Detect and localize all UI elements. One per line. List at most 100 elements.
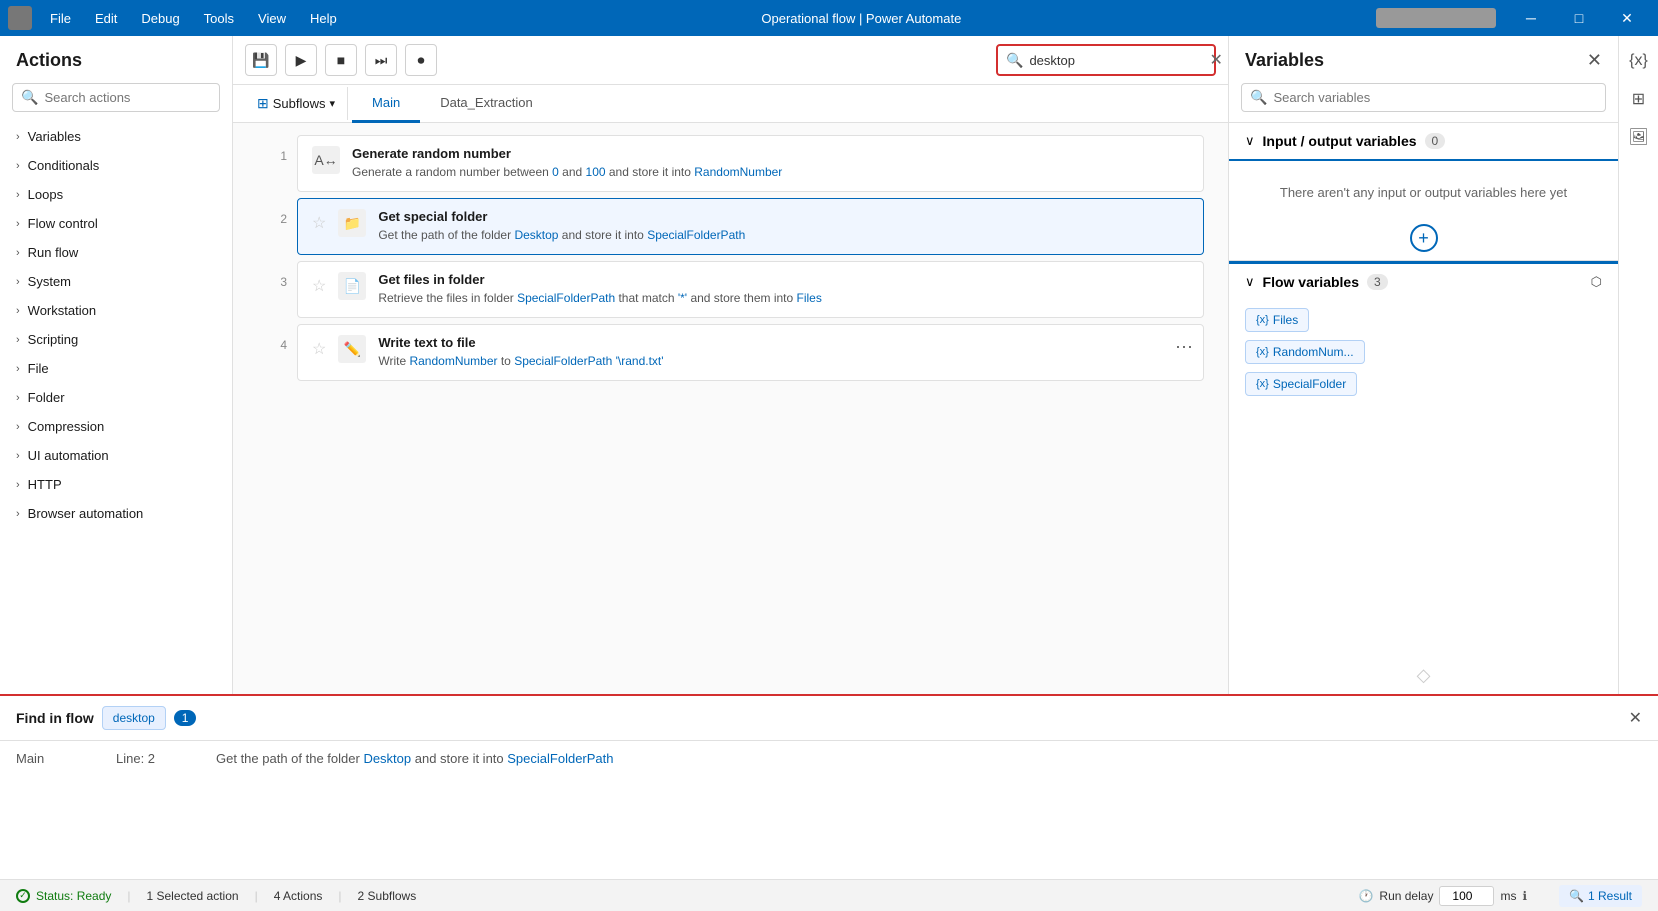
action-group-ui-automation[interactable]: ›UI automation: [0, 441, 232, 470]
diamond-icon: ◇: [1417, 665, 1431, 686]
actions-title: Actions: [0, 36, 232, 79]
menu-view[interactable]: View: [248, 7, 296, 30]
var-chip-files[interactable]: {x} Files: [1245, 308, 1309, 332]
find-result-row[interactable]: Main Line: 2 Get the path of the folder …: [0, 741, 1658, 776]
action-group-loops[interactable]: ›Loops: [0, 180, 232, 209]
io-variables-section: ∨ Input / output variables 0 There aren'…: [1229, 122, 1618, 260]
tab-data-extraction[interactable]: Data_Extraction: [420, 85, 553, 123]
step-card-2[interactable]: ☆ 📁 Get special folder Get the path of t…: [297, 198, 1204, 255]
step-star-4[interactable]: ☆: [312, 335, 326, 359]
step-title-1: Generate random number: [352, 146, 1189, 161]
step-row-3: 3 ☆ 📄 Get files in folder Retrieve the f…: [257, 261, 1204, 318]
io-empty-text: There aren't any input or output variabl…: [1245, 169, 1602, 216]
right-sidebar: {x} ⊞ 🖼: [1618, 36, 1658, 694]
subflows-button[interactable]: ⊞ Subflows ▾: [245, 87, 348, 120]
find-result-line: Line: 2: [116, 751, 176, 766]
menu-edit[interactable]: Edit: [85, 7, 127, 30]
actions-list: ›Variables ›Conditionals ›Loops ›Flow co…: [0, 122, 232, 694]
find-result-link[interactable]: Desktop: [363, 751, 411, 766]
action-group-workstation[interactable]: ›Workstation: [0, 296, 232, 325]
step-star-3[interactable]: ☆: [312, 272, 326, 296]
step-card-1[interactable]: A↔ Generate random number Generate a ran…: [297, 135, 1204, 192]
action-group-system[interactable]: ›System: [0, 267, 232, 296]
step-desc-3: Retrieve the files in folder SpecialFold…: [378, 289, 1189, 307]
titlebar: File Edit Debug Tools View Help Operatio…: [0, 0, 1658, 36]
flow-steps: 1 A↔ Generate random number Generate a r…: [233, 123, 1228, 694]
step-icon-1: A↔: [312, 146, 340, 174]
step-more-button-4[interactable]: ⋯: [1175, 337, 1193, 358]
action-group-compression[interactable]: ›Compression: [0, 412, 232, 441]
step-icon-2: 📁: [338, 209, 366, 237]
step-content-4: Write text to file Write RandomNumber to…: [378, 335, 1189, 370]
window-controls: ─ □ ✕: [1508, 0, 1650, 36]
run-delay-input[interactable]: [1439, 886, 1494, 906]
action-group-run-flow[interactable]: ›Run flow: [0, 238, 232, 267]
clock-icon: 🕐: [1358, 889, 1373, 903]
tab-main[interactable]: Main: [352, 85, 420, 123]
action-group-scripting[interactable]: ›Scripting: [0, 325, 232, 354]
menu-file[interactable]: File: [40, 7, 81, 30]
layers-icon[interactable]: ⊞: [1622, 82, 1656, 116]
close-button[interactable]: ✕: [1604, 0, 1650, 36]
search-flow-icon: 🔍: [1006, 52, 1023, 69]
step-number-1: 1: [257, 135, 287, 163]
selected-actions-count: 1 Selected action: [147, 889, 239, 903]
action-group-http[interactable]: ›HTTP: [0, 470, 232, 499]
subflows-icon: ⊞: [257, 95, 269, 112]
step-card-4[interactable]: ☆ ✏️ Write text to file Write RandomNumb…: [297, 324, 1204, 381]
run-button[interactable]: ▶: [285, 44, 317, 76]
step-desc-2: Get the path of the folder Desktop and s…: [378, 226, 1189, 244]
io-section-header[interactable]: ∨ Input / output variables 0: [1229, 123, 1618, 159]
stop-button[interactable]: ■: [325, 44, 357, 76]
menu-debug[interactable]: Debug: [131, 7, 189, 30]
menu-tools[interactable]: Tools: [194, 7, 244, 30]
variables-search-icon: 🔍: [1250, 89, 1267, 106]
menu-help[interactable]: Help: [300, 7, 347, 30]
variables-header: Variables ✕: [1229, 36, 1618, 79]
image-icon[interactable]: 🖼: [1622, 120, 1656, 154]
action-group-browser[interactable]: ›Browser automation: [0, 499, 232, 528]
record-button[interactable]: ⏺: [405, 44, 437, 76]
search-flow-clear[interactable]: ✕: [1209, 50, 1222, 70]
action-group-flow-control[interactable]: ›Flow control: [0, 209, 232, 238]
step-number-4: 4: [257, 324, 287, 352]
flow-vars-header[interactable]: ∨ Flow variables 3 ⬡: [1229, 261, 1618, 300]
next-step-button[interactable]: ⏭: [365, 44, 397, 76]
result-button[interactable]: 🔍 1 Result: [1559, 885, 1642, 907]
add-io-variable-button[interactable]: +: [1410, 224, 1438, 252]
variables-search-input[interactable]: [1273, 90, 1597, 105]
minimize-button[interactable]: ─: [1508, 0, 1554, 36]
run-delay-info-icon: ℹ: [1522, 889, 1527, 903]
save-button[interactable]: 💾: [245, 44, 277, 76]
step-desc-4: Write RandomNumber to SpecialFolderPath …: [378, 352, 1189, 370]
find-result-var[interactable]: SpecialFolderPath: [507, 751, 613, 766]
var-chip-specialfolder[interactable]: {x} SpecialFolder: [1245, 372, 1357, 396]
filter-icon[interactable]: ⬡: [1591, 274, 1602, 290]
action-group-file[interactable]: ›File: [0, 354, 232, 383]
action-group-folder[interactable]: ›Folder: [0, 383, 232, 412]
find-result-location: Main: [16, 751, 76, 766]
variables-close-button[interactable]: ✕: [1587, 50, 1602, 71]
variables-panel-toggle[interactable]: {x}: [1622, 44, 1656, 78]
actions-panel: Actions 🔍 ›Variables ›Conditionals ›Loop…: [0, 36, 233, 694]
var-chip-randomnum[interactable]: {x} RandomNum...: [1245, 340, 1365, 364]
step-star-2[interactable]: ☆: [312, 209, 326, 233]
var-bracket-icon-2: {x}: [1256, 346, 1269, 358]
step-number-3: 3: [257, 261, 287, 289]
maximize-button[interactable]: □: [1556, 0, 1602, 36]
add-io-variable-container: +: [1245, 224, 1602, 252]
app-body: Actions 🔍 ›Variables ›Conditionals ›Loop…: [0, 36, 1658, 911]
step-card-3[interactable]: ☆ 📄 Get files in folder Retrieve the fil…: [297, 261, 1204, 318]
action-group-conditionals[interactable]: ›Conditionals: [0, 151, 232, 180]
window-title: Operational flow | Power Automate: [347, 11, 1376, 26]
search-flow-input[interactable]: [1029, 53, 1205, 68]
step-title-4: Write text to file: [378, 335, 1189, 350]
find-search-term: desktop: [102, 706, 166, 730]
step-title-3: Get files in folder: [378, 272, 1189, 287]
main-area: Actions 🔍 ›Variables ›Conditionals ›Loop…: [0, 36, 1658, 694]
action-group-variables[interactable]: ›Variables: [0, 122, 232, 151]
find-panel-close-button[interactable]: ✕: [1629, 708, 1642, 728]
find-panel-header: Find in flow desktop 1 ✕: [0, 696, 1658, 741]
search-actions-input[interactable]: [44, 90, 220, 105]
run-delay-unit: ms: [1500, 889, 1516, 903]
